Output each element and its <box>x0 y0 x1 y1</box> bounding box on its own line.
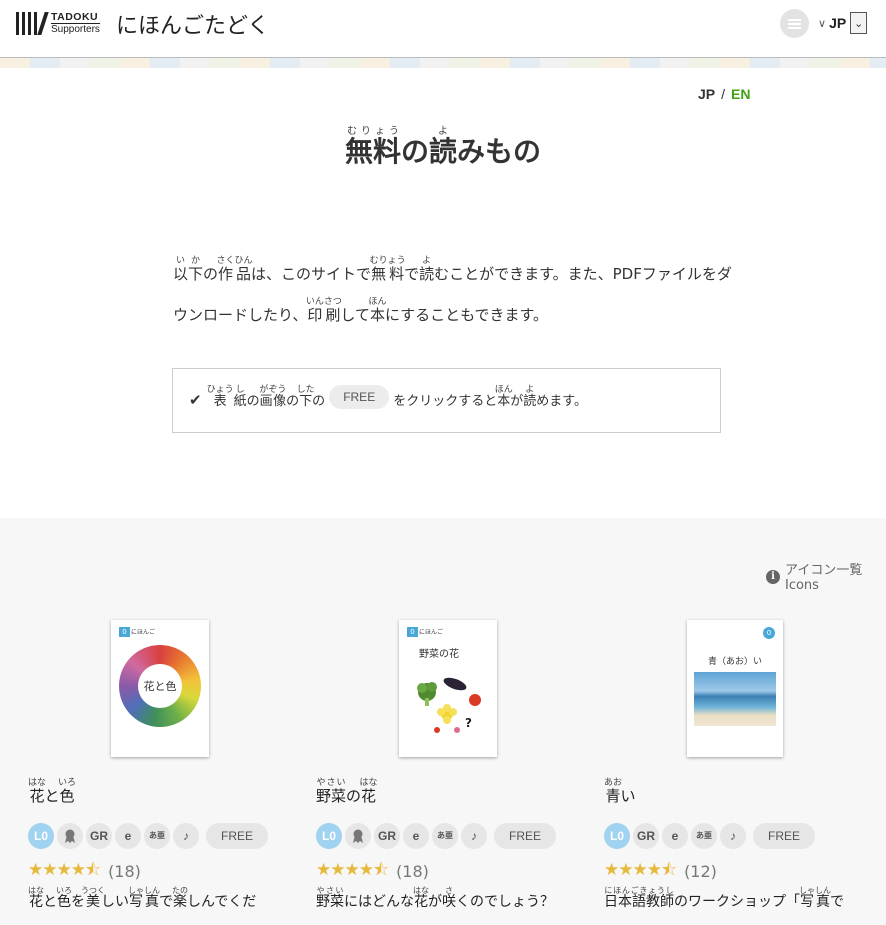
furigana-badge[interactable]: あ亜 <box>144 823 170 849</box>
cover-level-badge: 0 <box>407 627 418 637</box>
ebook-badge[interactable]: e <box>403 823 429 849</box>
free-button[interactable]: FREE <box>494 823 557 849</box>
book-description: 野菜やさいにはどんな花はなが咲さくのでしょう？ <box>316 886 554 910</box>
svg-text:?: ? <box>465 716 472 730</box>
note-text: 表ひょう紙しの画像がぞうの下したの <box>206 385 326 409</box>
rating-count: (18) <box>396 862 429 881</box>
ebook-badge[interactable]: e <box>115 823 141 849</box>
tadoku-logo[interactable]: TADOKU Supporters <box>14 10 100 37</box>
book-cover[interactable]: 0 にほんご 野菜の花 ? <box>399 620 497 757</box>
cover-title: 野菜の花 <box>419 649 459 660</box>
audio-music-icon[interactable]: ♪ <box>173 823 199 849</box>
level-badge[interactable]: L0 <box>28 823 54 849</box>
award-ribbon-icon[interactable] <box>57 823 83 849</box>
graded-reader-badge[interactable]: GR <box>374 823 400 849</box>
furigana-badge[interactable]: あ亜 <box>432 823 458 849</box>
language-switch: JP / EN <box>698 86 750 102</box>
free-button[interactable]: FREE <box>753 823 816 849</box>
hamburger-menu-icon[interactable] <box>780 9 809 38</box>
cover-level-badge: 0 <box>763 627 775 639</box>
book-cover[interactable]: 0 青（あお）い <box>687 620 783 757</box>
book-badges: L0 GR e あ亜 ♪ FREE <box>604 823 816 849</box>
rating-stars-icon: ★★★★⯪ <box>28 860 101 880</box>
book-title[interactable]: 花はなと色いろ <box>28 778 76 806</box>
info-icon: i <box>766 570 780 584</box>
cover-series-label: にほんご <box>131 629 156 636</box>
book-cover[interactable]: 0 にほんご 花と色 <box>111 620 209 757</box>
award-ribbon-icon[interactable] <box>345 823 371 849</box>
book-rating: ★★★★⯪ (18) <box>316 857 429 886</box>
check-icon: ✔ <box>189 391 202 409</box>
logo-text-tadoku: TADOKU <box>51 11 99 23</box>
icons-list-link[interactable]: i アイコン一覧 Icons <box>766 563 862 593</box>
sea-photo <box>694 672 776 726</box>
vegetables-illustration: ? <box>417 677 481 733</box>
ebook-badge[interactable]: e <box>662 823 688 849</box>
book-rating: ★★★★⯪ (18) <box>28 857 141 886</box>
cover-title: 青（あお）い <box>707 657 762 667</box>
audio-music-icon[interactable]: ♪ <box>461 823 487 849</box>
graded-reader-badge[interactable]: GR <box>86 823 112 849</box>
level-badge[interactable]: L0 <box>604 823 630 849</box>
audio-music-icon[interactable]: ♪ <box>720 823 746 849</box>
book-title[interactable]: 青あおい <box>604 778 636 806</box>
site-header: TADOKU Supporters にほんごたどく ∨ JP ⌄ <box>0 0 886 58</box>
intro-text: 以下いかの作品さくひんは、このサイトで無料むりょうで読よむことができます。また、… <box>173 256 732 324</box>
header-stripe <box>0 58 886 68</box>
cover-level-badge: 0 <box>119 627 130 637</box>
cover-title: 花と色 <box>138 664 182 708</box>
furigana-badge[interactable]: あ亜 <box>691 823 717 849</box>
lang-en-link[interactable]: EN <box>731 86 750 102</box>
free-note-box: ✔ 表ひょう紙しの画像がぞうの下したの FREE をクリックすると本ほんが読よめ… <box>172 368 721 433</box>
page-title: 無料むりょうの読よみもの <box>344 126 542 168</box>
lang-jp-link[interactable]: JP <box>698 86 715 102</box>
language-select-value: JP <box>829 15 847 31</box>
rating-stars-icon: ★★★★⯪ <box>604 860 677 880</box>
rating-count: (12) <box>684 862 717 881</box>
color-wheel-illustration: 花と色 <box>119 645 201 727</box>
logo-text-supporters: Supporters <box>51 23 100 35</box>
free-example-pill: FREE <box>329 385 390 409</box>
book-title[interactable]: 野菜やさいの花はな <box>316 778 378 806</box>
book-badges: L0 GR e あ亜 ♪ FREE <box>28 823 269 849</box>
book-description: 花はなと色いろを美うつくしい写真しゃしんで楽たのしんでくだ <box>28 886 257 910</box>
rating-stars-icon: ★★★★⯪ <box>316 860 389 880</box>
icons-link-label-jp: アイコン一覧 <box>785 563 863 578</box>
book-description: 日本語教師にほんごきょうしのワークショップ「写真しゃしんで <box>604 886 844 910</box>
rating-count: (18) <box>108 862 141 881</box>
lang-separator: / <box>721 86 726 102</box>
free-button[interactable]: FREE <box>206 823 269 849</box>
book-badges: L0 GR e あ亜 ♪ FREE <box>316 823 557 849</box>
site-name[interactable]: にほんごたどく <box>116 8 269 40</box>
select-arrow-icon[interactable]: ⌄ <box>850 12 868 34</box>
cover-series-label: にほんご <box>419 629 444 636</box>
icons-link-label-en: Icons <box>785 578 819 593</box>
language-select[interactable]: ∨ JP ⌄ <box>818 12 868 34</box>
note-text-end: をクリックすると本ほんが読よめます。 <box>393 385 587 409</box>
chevron-down-icon: ∨ <box>818 16 827 30</box>
level-badge[interactable]: L0 <box>316 823 342 849</box>
graded-reader-badge[interactable]: GR <box>633 823 659 849</box>
book-rating: ★★★★⯪ (12) <box>604 857 717 886</box>
logo-bars-icon <box>14 10 49 37</box>
